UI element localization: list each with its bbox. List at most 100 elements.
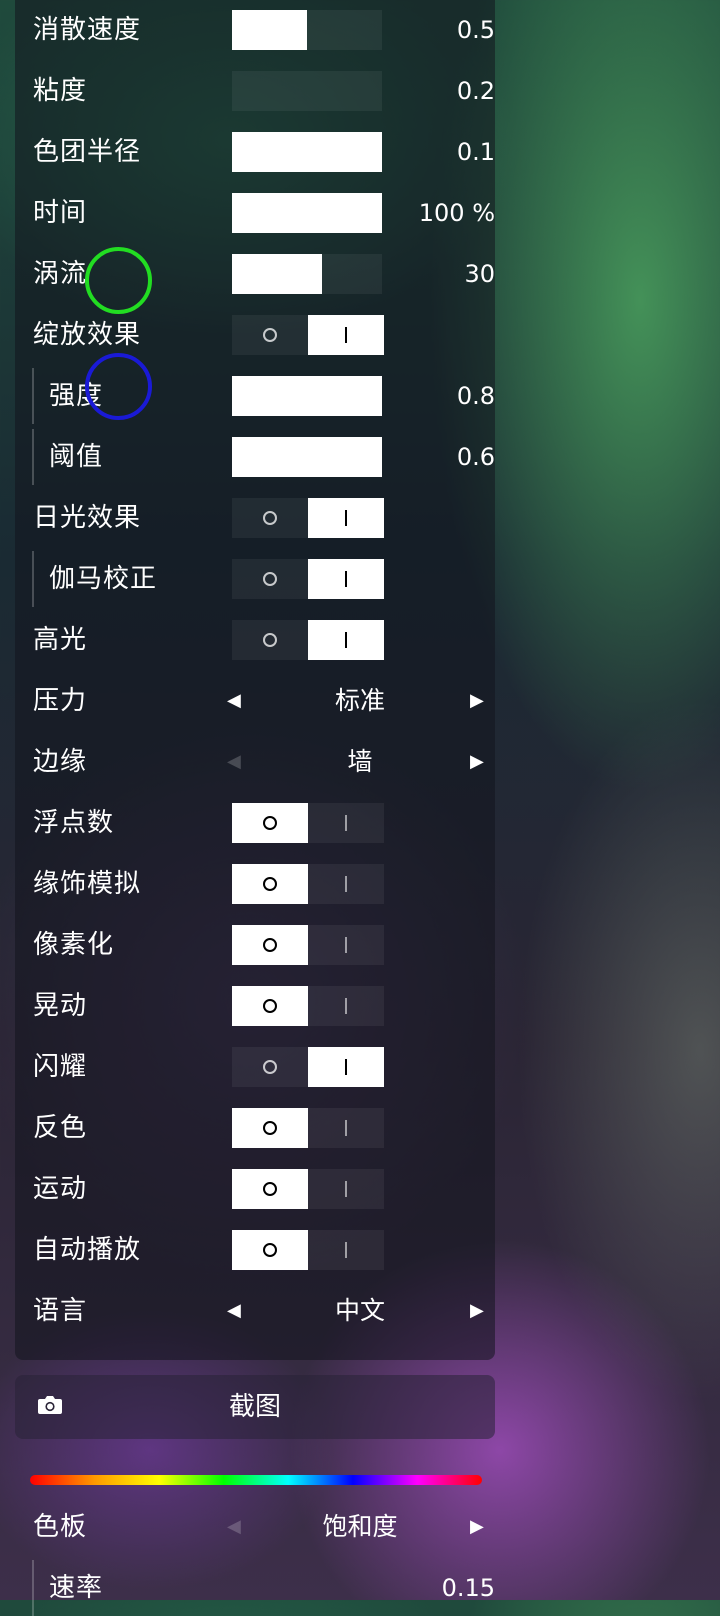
touch-indicator-blue: [85, 353, 152, 420]
language-label: 语言: [33, 1296, 88, 1326]
toggle-on-side[interactable]: [308, 1108, 384, 1148]
invert-toggle[interactable]: [232, 1108, 384, 1148]
off-icon: [263, 511, 277, 525]
on-icon: [345, 571, 347, 587]
motion-toggle[interactable]: [232, 1169, 384, 1209]
dissipation-label: 消散速度: [33, 15, 142, 45]
toggle-on-side[interactable]: [308, 864, 384, 904]
edge-prev-arrow-icon[interactable]: ◀: [227, 740, 241, 784]
time-label: 时间: [33, 198, 88, 228]
bloom-threshold-slider-fill: [232, 437, 382, 477]
shake-toggle[interactable]: [232, 986, 384, 1026]
toggle-off-side[interactable]: [232, 803, 308, 843]
toggle-on-side[interactable]: [308, 986, 384, 1026]
edge-row: 边缘 ◀ 墙 ▶: [15, 740, 495, 784]
toggle-off-side[interactable]: [232, 498, 308, 538]
on-icon: [345, 937, 347, 953]
toggle-off-side[interactable]: [232, 1169, 308, 1209]
off-icon: [263, 328, 277, 342]
autoplay-row: 自动播放: [15, 1228, 495, 1272]
language-prev-arrow-icon[interactable]: ◀: [227, 1289, 241, 1333]
toggle-off-side[interactable]: [232, 925, 308, 965]
bloom-toggle[interactable]: [232, 315, 384, 355]
motion-label: 运动: [33, 1174, 88, 1204]
bloom-intensity-slider-fill: [232, 376, 382, 416]
sparkle-toggle[interactable]: [232, 1047, 384, 1087]
toggle-off-side[interactable]: [232, 559, 308, 599]
off-icon: [263, 877, 277, 891]
color-spectrum-bar[interactable]: [30, 1475, 482, 1485]
toggle-off-side[interactable]: [232, 620, 308, 660]
toggle-off-side[interactable]: [232, 1047, 308, 1087]
curl-value: 30: [464, 260, 495, 288]
gamma-label: 伽马校正: [49, 564, 158, 594]
toggle-off-side[interactable]: [232, 315, 308, 355]
curl-label: 涡流: [33, 259, 88, 289]
pixelate-toggle[interactable]: [232, 925, 384, 965]
sparkle-row: 闪耀: [15, 1045, 495, 1089]
off-icon: [263, 633, 277, 647]
toggle-on-side[interactable]: [308, 315, 384, 355]
motion-row: 运动: [15, 1167, 495, 1211]
toggle-on-side[interactable]: [308, 559, 384, 599]
bloom-threshold-label: 阈值: [49, 442, 104, 472]
language-row: 语言 ◀ 中文 ▶: [15, 1289, 495, 1333]
toggle-on-side[interactable]: [308, 620, 384, 660]
palette-next-arrow-icon[interactable]: ▶: [470, 1505, 484, 1549]
autoplay-toggle[interactable]: [232, 1230, 384, 1270]
ornament-label: 缘饰模拟: [33, 869, 142, 899]
toggle-off-side[interactable]: [232, 1230, 308, 1270]
bloom-threshold-value: 0.6: [456, 443, 495, 471]
edge-next-arrow-icon[interactable]: ▶: [470, 740, 484, 784]
palette-prev-arrow-icon[interactable]: ◀: [227, 1505, 241, 1549]
on-icon: [345, 632, 347, 648]
rate-value: 0.15: [441, 1574, 495, 1602]
dissipation-row: 消散速度 0.5: [15, 8, 495, 52]
language-next-arrow-icon[interactable]: ▶: [470, 1289, 484, 1333]
time-row: 时间 100 %: [15, 191, 495, 235]
on-icon: [345, 1059, 347, 1075]
time-slider[interactable]: [232, 193, 382, 233]
splat-radius-value: 0.1: [456, 138, 495, 166]
toggle-on-side[interactable]: [308, 803, 384, 843]
pressure-row: 压力 ◀ 标准 ▶: [15, 679, 495, 723]
ornament-row: 缘饰模拟: [15, 862, 495, 906]
toggle-on-side[interactable]: [308, 1169, 384, 1209]
splat-radius-slider[interactable]: [232, 132, 382, 172]
viscosity-slider[interactable]: [232, 71, 382, 111]
toggle-on-side[interactable]: [308, 1047, 384, 1087]
indent-line: [32, 368, 34, 424]
toggle-on-side[interactable]: [308, 925, 384, 965]
bloom-threshold-slider[interactable]: [232, 437, 382, 477]
toggle-off-side[interactable]: [232, 986, 308, 1026]
on-icon: [345, 1120, 347, 1136]
on-icon: [345, 1242, 347, 1258]
splat-radius-row: 色团半径 0.1: [15, 130, 495, 174]
bloom-intensity-slider[interactable]: [232, 376, 382, 416]
pressure-prev-arrow-icon[interactable]: ◀: [227, 679, 241, 723]
toggle-on-side[interactable]: [308, 1230, 384, 1270]
off-icon: [263, 1182, 277, 1196]
screenshot-button[interactable]: 截图: [15, 1375, 495, 1439]
ornament-toggle[interactable]: [232, 864, 384, 904]
toggle-off-side[interactable]: [232, 864, 308, 904]
dissipation-slider-fill: [232, 10, 307, 50]
indent-line: [32, 1560, 34, 1616]
off-icon: [263, 816, 277, 830]
sunrays-label: 日光效果: [33, 503, 142, 533]
float-toggle[interactable]: [232, 803, 384, 843]
pressure-next-arrow-icon[interactable]: ▶: [470, 679, 484, 723]
highlight-label: 高光: [33, 625, 88, 655]
bloom-label: 绽放效果: [33, 320, 142, 350]
off-icon: [263, 1060, 277, 1074]
float-label: 浮点数: [33, 808, 115, 838]
sunrays-toggle[interactable]: [232, 498, 384, 538]
toggle-on-side[interactable]: [308, 498, 384, 538]
highlight-toggle[interactable]: [232, 620, 384, 660]
toggle-off-side[interactable]: [232, 1108, 308, 1148]
gamma-toggle[interactable]: [232, 559, 384, 599]
dissipation-value: 0.5: [456, 16, 495, 44]
curl-slider[interactable]: [232, 254, 382, 294]
dissipation-slider[interactable]: [232, 10, 382, 50]
time-slider-fill: [232, 193, 382, 233]
